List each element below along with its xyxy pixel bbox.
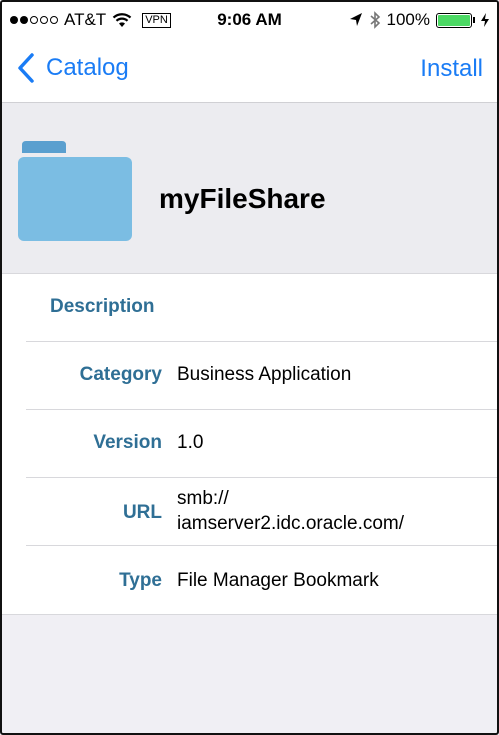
- category-row: Category Business Application: [2, 342, 497, 410]
- screen: AT&T VPN 9:06 AM 100% Catalog Install my…: [0, 0, 499, 735]
- url-value-line2: iamserver2.idc.oracle.com/: [177, 513, 405, 534]
- status-right: 100%: [349, 10, 489, 30]
- install-button[interactable]: Install: [420, 55, 483, 83]
- chevron-left-icon: [18, 53, 34, 83]
- description-row: Description: [2, 274, 497, 342]
- battery-icon: [436, 12, 475, 28]
- description-label: Description: [50, 296, 155, 317]
- app-header: myFileShare: [2, 103, 497, 274]
- location-arrow-icon: [349, 13, 362, 26]
- url-value-line1: smb://: [177, 488, 229, 509]
- app-title: myFileShare: [159, 183, 326, 214]
- back-button[interactable]: Catalog: [16, 52, 129, 84]
- battery-body: [436, 12, 472, 28]
- battery-percent: 100%: [386, 10, 430, 29]
- type-row: Type File Manager Bookmark: [2, 546, 497, 614]
- url-label: URL: [122, 502, 162, 523]
- folder-icon: [18, 141, 132, 241]
- category-label: Category: [79, 364, 162, 385]
- url-row: URL smb:// iamserver2.idc.oracle.com/: [2, 478, 497, 546]
- charging-bolt-icon: [481, 13, 489, 27]
- type-label: Type: [119, 570, 162, 591]
- battery-fill: [438, 14, 470, 26]
- version-label: Version: [93, 432, 162, 453]
- navigation-bar: Catalog Install: [2, 38, 497, 103]
- category-value: Business Application: [177, 364, 352, 385]
- details-table: Description Category Business Applicatio…: [2, 274, 497, 615]
- version-value: 1.0: [177, 432, 204, 453]
- version-row: Version 1.0: [2, 410, 497, 478]
- back-button-label: Catalog: [46, 54, 129, 81]
- bluetooth-icon: [369, 11, 380, 29]
- status-bar: AT&T VPN 9:06 AM 100%: [2, 2, 497, 38]
- type-value: File Manager Bookmark: [177, 570, 379, 591]
- battery-tip: [473, 17, 475, 23]
